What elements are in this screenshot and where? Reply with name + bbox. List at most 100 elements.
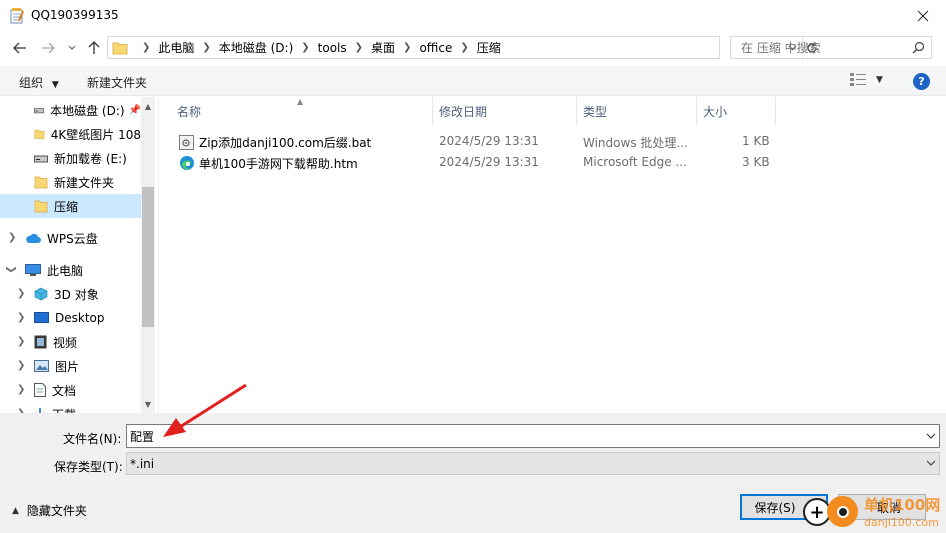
nav-item-3d-objects[interactable]: 3D 对象 (0, 282, 141, 306)
file-name: 单机100手游网下载帮助.htm (199, 157, 358, 171)
chevron-down-icon (68, 45, 76, 50)
new-folder-button[interactable]: 新建文件夹 (87, 74, 147, 91)
file-date: 2024/5/29 13:31 (439, 134, 539, 148)
breadcrumb-desktop[interactable]: 桌面 (371, 39, 395, 56)
nav-item-this-pc[interactable]: 此电脑 (0, 258, 141, 282)
nav-item-downloads[interactable]: 下载 (0, 402, 141, 413)
sort-ascending-icon: ▲ (297, 97, 304, 106)
chevron-right-icon[interactable]: ❯ (355, 42, 363, 53)
pictures-icon (34, 360, 49, 372)
search-icon (912, 41, 925, 54)
nav-item-compress[interactable]: 压缩 (0, 194, 141, 218)
chevron-down-icon: ▼ (876, 74, 883, 85)
up-button[interactable] (84, 38, 104, 58)
cloud-icon (26, 233, 41, 243)
chevron-right-icon[interactable]: ❯ (142, 42, 150, 53)
column-header-name[interactable]: 名称 (177, 97, 201, 125)
column-header-type[interactable]: 类型 (583, 97, 607, 125)
chevron-down-icon: ▼ (51, 80, 59, 90)
breadcrumb: ❯ 此电脑 ❯ 本地磁盘 (D:) ❯ tools ❯ 桌面 ❯ office … (134, 37, 501, 58)
chevron-up-icon: ▲ (12, 505, 19, 516)
watermark-title: 单机100网 (864, 496, 941, 514)
chevron-right-icon[interactable]: ❯ (202, 42, 210, 53)
filetype-select[interactable]: *.ini (126, 452, 940, 475)
nav-item-documents[interactable]: 文档 (0, 378, 141, 402)
column-header-date[interactable]: 修改日期 (439, 97, 487, 125)
folder-icon (34, 129, 45, 139)
navigation-scrollbar[interactable]: ▲ ▼ (141, 97, 155, 413)
notepad-icon (10, 8, 24, 24)
nav-item-desktop[interactable]: Desktop (0, 306, 141, 330)
chevron-right-icon[interactable]: ❯ (403, 42, 411, 53)
search-input[interactable] (731, 37, 911, 58)
batch-file-icon (179, 135, 194, 150)
column-divider[interactable] (576, 97, 577, 125)
scrollbar-thumb[interactable] (142, 187, 154, 327)
nav-item-new-volume-e[interactable]: 新加载卷 (E:) (0, 146, 141, 170)
documents-icon (34, 383, 46, 397)
table-row[interactable]: 单机100手游网下载帮助.htm 2024/5/29 13:31 Microso… (159, 152, 946, 174)
drive-icon (34, 108, 45, 114)
chevron-down-icon (926, 460, 936, 466)
file-size: 1 KB (742, 134, 770, 148)
search-box[interactable] (730, 36, 932, 59)
watermark-url: danji100.com (864, 516, 939, 529)
nav-item-wps-cloud[interactable]: WPS云盘 (0, 226, 141, 250)
scroll-down-icon[interactable]: ▼ (141, 397, 155, 411)
address-bar[interactable]: ❯ 此电脑 ❯ 本地磁盘 (D:) ❯ tools ❯ 桌面 ❯ office … (107, 36, 817, 59)
forward-button[interactable] (38, 38, 58, 58)
help-button[interactable]: ? (913, 73, 930, 90)
back-button[interactable] (10, 38, 30, 58)
video-icon (34, 335, 47, 349)
close-button[interactable] (900, 0, 946, 32)
recent-locations-button[interactable] (62, 38, 82, 58)
folder-icon (112, 42, 128, 55)
file-type: Windows 批处理... (583, 136, 688, 150)
folder-icon (34, 176, 48, 189)
view-options[interactable]: ▼ (850, 73, 883, 86)
breadcrumb-local-disk-d[interactable]: 本地磁盘 (D:) (219, 39, 293, 56)
filetype-value: *.ini (130, 457, 155, 471)
column-divider[interactable] (775, 97, 776, 125)
back-arrow-icon (13, 42, 26, 54)
3d-objects-icon (34, 287, 48, 301)
nav-item-pictures[interactable]: 图片 (0, 354, 141, 378)
title-bar: QQ190399135 (0, 0, 946, 32)
navigation-pane: 本地磁盘 (D:) 📌 4K壁纸图片 108 新加载卷 (E:) 新建文件夹 压… (0, 97, 155, 413)
filename-input[interactable] (127, 425, 917, 447)
hide-folders-toggle[interactable]: ▲ 隐藏文件夹 (12, 502, 87, 519)
drive-icon (34, 155, 48, 163)
chevron-down-icon[interactable] (926, 429, 936, 443)
organize-label: 组织 (19, 76, 44, 90)
breadcrumb-office[interactable]: office (419, 41, 452, 55)
column-divider[interactable] (432, 97, 433, 125)
column-header-size[interactable]: 大小 (703, 97, 727, 125)
breadcrumb-tools[interactable]: tools (318, 41, 347, 55)
forward-arrow-icon (42, 42, 55, 54)
nav-item-4k-wallpapers[interactable]: 4K壁纸图片 108 (0, 122, 141, 146)
file-size: 3 KB (742, 155, 770, 169)
folder-icon (34, 200, 48, 213)
file-date: 2024/5/29 13:31 (439, 155, 539, 169)
edge-icon (180, 156, 194, 170)
filename-combobox[interactable] (126, 424, 940, 448)
record-icon (827, 496, 858, 527)
nav-item-new-folder[interactable]: 新建文件夹 (0, 170, 141, 194)
chevron-right-icon[interactable]: ❯ (460, 42, 468, 53)
filename-label: 文件名(N): (63, 432, 122, 446)
chevron-right-icon[interactable]: ❯ (301, 42, 309, 53)
breadcrumb-compress[interactable]: 压缩 (477, 39, 501, 56)
nav-item-local-disk-d[interactable]: 本地磁盘 (D:) 📌 (0, 98, 141, 122)
file-type: Microsoft Edge ... (583, 155, 687, 169)
scroll-up-icon[interactable]: ▲ (141, 99, 155, 113)
column-divider[interactable] (696, 97, 697, 125)
nav-item-videos[interactable]: 视频 (0, 330, 141, 354)
computer-icon (25, 263, 41, 276)
breadcrumb-this-pc[interactable]: 此电脑 (158, 39, 194, 56)
table-row[interactable]: Zip添加danji100.com后缀.bat 2024/5/29 13:31 … (159, 131, 946, 153)
window-title: QQ190399135 (31, 8, 119, 22)
organize-menu[interactable]: 组织 ▼ (19, 74, 59, 91)
close-icon (917, 10, 929, 22)
help-icon: ? (918, 75, 925, 88)
hide-folders-label: 隐藏文件夹 (26, 504, 87, 518)
